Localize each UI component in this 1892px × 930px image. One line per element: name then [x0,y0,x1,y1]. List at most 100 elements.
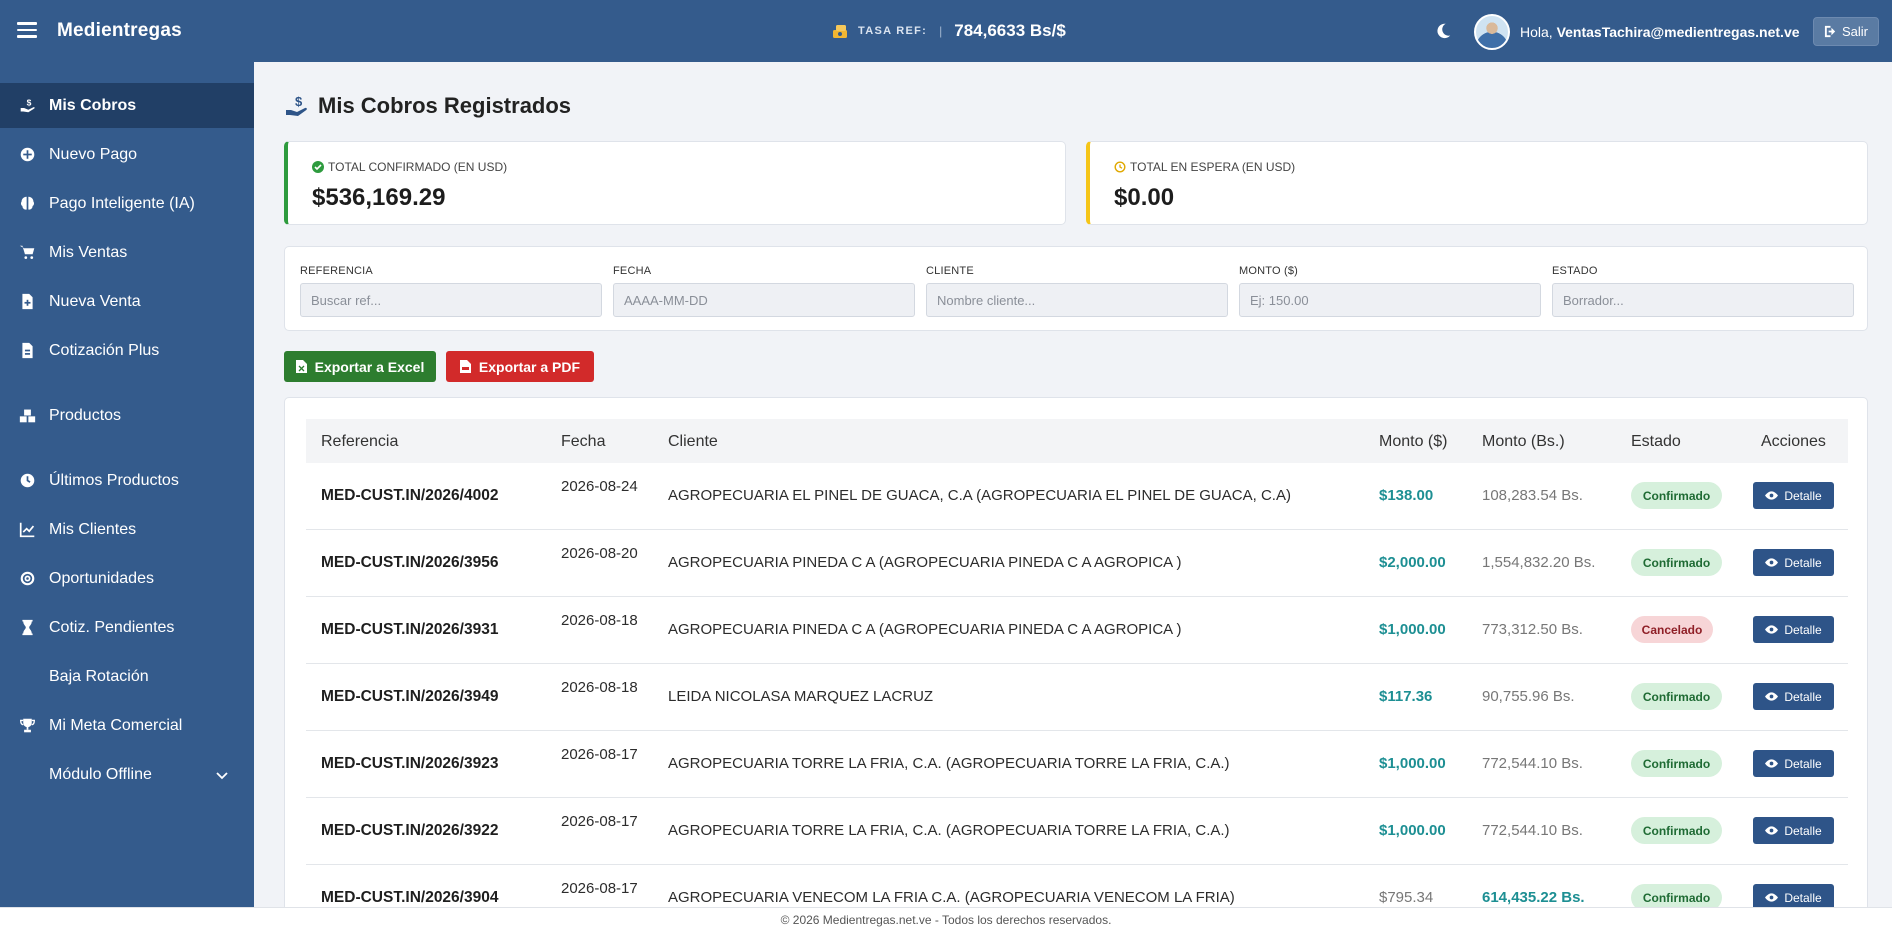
detail-label: Detalle [1784,689,1822,704]
sign-out-icon [1824,25,1836,38]
sidebar-item-mis-clientes[interactable]: Mis Clientes [0,507,254,552]
filters-panel: REFERENCIA FECHA CLIENTE MONTO ($) ESTAD… [284,246,1868,331]
detail-button[interactable]: Detalle [1753,616,1834,643]
row-fecha: 2026-08-18 [561,612,638,629]
column-header-acciones: Acciones [1761,433,1826,450]
sidebar-item-baja-rotacion[interactable]: Baja Rotación [0,654,254,699]
moon-icon[interactable] [1434,22,1452,40]
plus-circle-icon [18,146,36,164]
row-cliente: AGROPECUARIA EL PINEL DE GUACA, C.A (AGR… [668,487,1291,504]
row-fecha: 2026-08-20 [561,545,638,562]
sidebar-item-label: Mis Ventas [49,243,128,261]
filter-monto: MONTO ($) [1239,265,1541,317]
row-fecha: 2026-08-24 [561,478,638,495]
sidebar-item-label: Mis Cobros [49,96,137,114]
row-fecha: 2026-08-18 [561,679,638,696]
row-fecha: 2026-08-17 [561,813,638,830]
hand-money-icon: $ [18,97,36,115]
filter-label: REFERENCIA [300,265,373,277]
rate-separator: | [939,24,943,38]
export-excel-label: Exportar a Excel [314,358,425,375]
sidebar-item-label: Módulo Offline [49,765,152,783]
sidebar-item-mis-cobros[interactable]: $ Mis Cobros [0,83,254,128]
sidebar-item-modulo-offline[interactable]: Módulo Offline [0,752,254,797]
estado-input[interactable] [1552,283,1854,317]
export-excel-button[interactable]: Exportar a Excel [284,351,436,382]
page-title: $ Mis Cobros Registrados [284,93,571,119]
column-header-monto-usd[interactable]: Monto ($) [1379,433,1447,451]
brain-icon [18,195,36,213]
detail-button[interactable]: Detalle [1753,750,1834,777]
row-monto-bs: 614,435.22 Bs. [1482,889,1585,906]
detail-button[interactable]: Detalle [1753,683,1834,710]
clock-icon [18,472,36,490]
fecha-input[interactable] [613,283,915,317]
row-cliente: AGROPECUARIA TORRE LA FRIA, C.A. (AGROPE… [668,755,1230,772]
column-header-cliente[interactable]: Cliente [668,433,718,451]
sidebar-item-mis-ventas[interactable]: Mis Ventas [0,230,254,275]
row-monto-usd: $117.36 [1379,688,1433,705]
row-monto-usd: $2,000.00 [1379,554,1446,571]
table-header: Referencia Fecha Cliente Monto ($) Monto… [306,419,1848,463]
cliente-input[interactable] [926,283,1228,317]
file-invoice-icon [18,342,36,360]
logout-button[interactable]: Salir [1813,17,1879,46]
sidebar-item-cotizacion-plus[interactable]: Cotización Plus [0,328,254,373]
footer-text: © 2026 Medientregas.net.ve - Todos los d… [780,913,1112,927]
row-referencia: MED-CUST.IN/2026/3931 [321,621,499,638]
eye-icon [1765,893,1779,902]
sidebar-item-productos[interactable]: Productos [0,393,254,438]
monto-input[interactable] [1239,283,1541,317]
file-plus-icon [18,293,36,311]
filter-referencia: REFERENCIA [300,265,602,317]
column-header-estado[interactable]: Estado [1631,433,1681,451]
sidebar-item-nuevo-pago[interactable]: Nuevo Pago [0,132,254,177]
row-referencia: MED-CUST.IN/2026/3904 [321,889,499,906]
row-monto-bs: 773,312.50 Bs. [1482,621,1583,638]
sidebar-item-mi-meta-comercial[interactable]: Mi Meta Comercial [0,703,254,748]
row-referencia: MED-CUST.IN/2026/4002 [321,487,499,504]
detail-button[interactable]: Detalle [1753,817,1834,844]
row-monto-bs: 772,544.10 Bs. [1482,755,1583,772]
eye-icon [1765,491,1779,500]
sidebar-item-pago-inteligente[interactable]: Pago Inteligente (IA) [0,181,254,226]
sidebar-item-label: Mis Clientes [49,520,137,538]
file-pdf-icon [459,360,471,373]
sidebar-item-label: Baja Rotación [49,667,149,685]
row-cliente: LEIDA NICOLASA MARQUEZ LACRUZ [668,688,934,705]
status-badge: Confirmado [1631,817,1722,844]
avatar[interactable] [1474,14,1510,50]
menu-toggle-icon[interactable] [17,22,37,38]
export-pdf-button[interactable]: Exportar a PDF [446,351,594,382]
filter-label: MONTO ($) [1239,265,1299,277]
row-referencia: MED-CUST.IN/2026/3949 [321,688,499,705]
sidebar-item-cotiz-pendientes[interactable]: Cotiz. Pendientes [0,605,254,650]
column-header-fecha[interactable]: Fecha [561,433,605,451]
filter-estado: ESTADO [1552,265,1854,317]
sidebar-item-label: Oportunidades [49,569,154,587]
chart-line-icon [18,521,36,539]
greeting-text: Hola, [1520,24,1553,40]
sidebar-item-ultimos-productos[interactable]: Últimos Productos [0,458,254,503]
column-header-referencia[interactable]: Referencia [321,433,398,451]
export-pdf-label: Exportar a PDF [478,358,581,375]
eye-icon [1765,826,1779,835]
column-header-monto-bs[interactable]: Monto (Bs.) [1482,433,1565,451]
detail-button[interactable]: Detalle [1753,549,1834,576]
table-row: MED-CUST.IN/2026/3922 2026-08-17 AGROPECUA… [306,798,1848,865]
sidebar-item-oportunidades[interactable]: Oportunidades [0,556,254,601]
brand-name[interactable]: Medientregas [57,20,182,42]
coins-icon [833,25,847,38]
rate-label: TASA REF: [858,25,928,37]
eye-icon [1765,558,1779,567]
detail-label: Detalle [1784,488,1822,503]
referencia-input[interactable] [300,283,602,317]
detail-button[interactable]: Detalle [1753,482,1834,509]
boxes-icon [18,407,36,425]
row-cliente: AGROPECUARIA TORRE LA FRIA, C.A. (AGROPE… [668,822,1230,839]
check-circle-icon [312,161,324,173]
sidebar-item-nueva-venta[interactable]: Nueva Venta [0,279,254,324]
sidebar: $ Mis Cobros Nuevo Pago Pago Inteligente… [0,62,254,907]
row-cliente: AGROPECUARIA PINEDA C A (AGROPECUARIA PI… [668,554,1182,571]
sidebar-item-label: Cotiz. Pendientes [49,618,175,636]
